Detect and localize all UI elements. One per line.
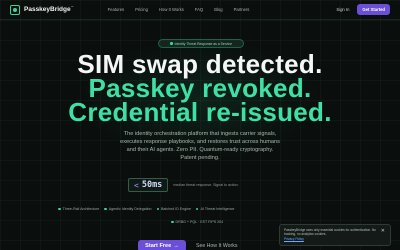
get-started-button[interactable]: Get Started xyxy=(357,4,390,15)
latency-note: median threat response. Signal to action… xyxy=(173,183,239,187)
cta-row: Start Free → See How It Works xyxy=(138,240,237,250)
feature-item: Batched ID Engine xyxy=(156,207,191,211)
brand-name: PasskeyBridge™ xyxy=(24,5,74,14)
cookie-text: PasskeyBridge uses only essential cookie… xyxy=(284,228,376,237)
nav-link-pricing[interactable]: Pricing xyxy=(135,7,148,12)
nav-link-faq[interactable]: FAQ xyxy=(195,7,203,12)
feature-item: AI Threat Intelligence xyxy=(195,207,235,211)
hero-headline: SIM swap detected. Passkey revoked. Cred… xyxy=(0,51,400,127)
brand[interactable]: PasskeyBridge™ xyxy=(10,4,74,15)
feature-label: Batched ID Engine xyxy=(161,207,191,211)
feature-label: AI Threat Intelligence xyxy=(200,207,235,211)
sign-in-link[interactable]: Sign In xyxy=(336,7,349,12)
badge-text: Identity Threat Response as a Service xyxy=(174,41,232,46)
feature-label: Three-Rail Architecture xyxy=(62,207,100,211)
nav-link-how-it-works[interactable]: How It Works xyxy=(159,7,184,12)
arrow-right-icon: → xyxy=(173,243,179,249)
announcement-badge: Identity Threat Response as a Service xyxy=(158,39,244,48)
privacy-policy-link[interactable]: Privacy Policy xyxy=(284,237,386,241)
nav-actions: Sign In Get Started xyxy=(336,4,390,15)
nav-links: Features Pricing How It Works FAQ Blog P… xyxy=(108,7,250,12)
feature-dot-icon xyxy=(58,207,61,211)
status-dot-icon xyxy=(170,42,173,45)
see-how-it-works-link[interactable]: See How It Works xyxy=(196,243,237,249)
passkey-logo-icon xyxy=(10,4,20,15)
feature-list: Three-Rail Architecture Agentic Identity… xyxy=(58,207,234,211)
feature-item: Three-Rail Architecture xyxy=(58,207,99,211)
start-free-label: Start Free xyxy=(145,243,172,249)
latency-value: 50ms xyxy=(141,180,163,190)
nav-link-blog[interactable]: Blog xyxy=(214,7,222,12)
feature-label: Agentic Identity Delegation xyxy=(108,207,152,211)
start-free-button[interactable]: Start Free → xyxy=(138,240,186,250)
nav-link-features[interactable]: Features xyxy=(108,7,125,12)
top-nav: PasskeyBridge™ Features Pricing How It W… xyxy=(0,0,400,20)
tech-dot-icon xyxy=(171,220,174,224)
latency-box: < 50ms xyxy=(128,178,169,192)
feature-dot-icon xyxy=(195,207,199,211)
hero-subtitle: The identity orchestration platform that… xyxy=(120,131,280,161)
close-icon[interactable]: ✕ xyxy=(381,228,385,234)
feature-dot-icon xyxy=(156,207,160,211)
tech-label: DRBG + PQL · EST FIPS 204 xyxy=(175,220,224,224)
less-than-symbol: < xyxy=(134,180,139,190)
feature-item: Agentic Identity Delegation xyxy=(104,207,152,211)
latency-stat: < 50ms median threat response. Signal to… xyxy=(128,178,239,192)
cookie-banner: PasskeyBridge uses only essential cookie… xyxy=(279,224,391,246)
headline-line-3: Credential re-issued. xyxy=(68,97,332,127)
nav-link-partners[interactable]: Partners xyxy=(234,7,250,12)
tech-badge: DRBG + PQL · EST FIPS 204 xyxy=(171,220,223,224)
feature-dot-icon xyxy=(104,207,107,211)
